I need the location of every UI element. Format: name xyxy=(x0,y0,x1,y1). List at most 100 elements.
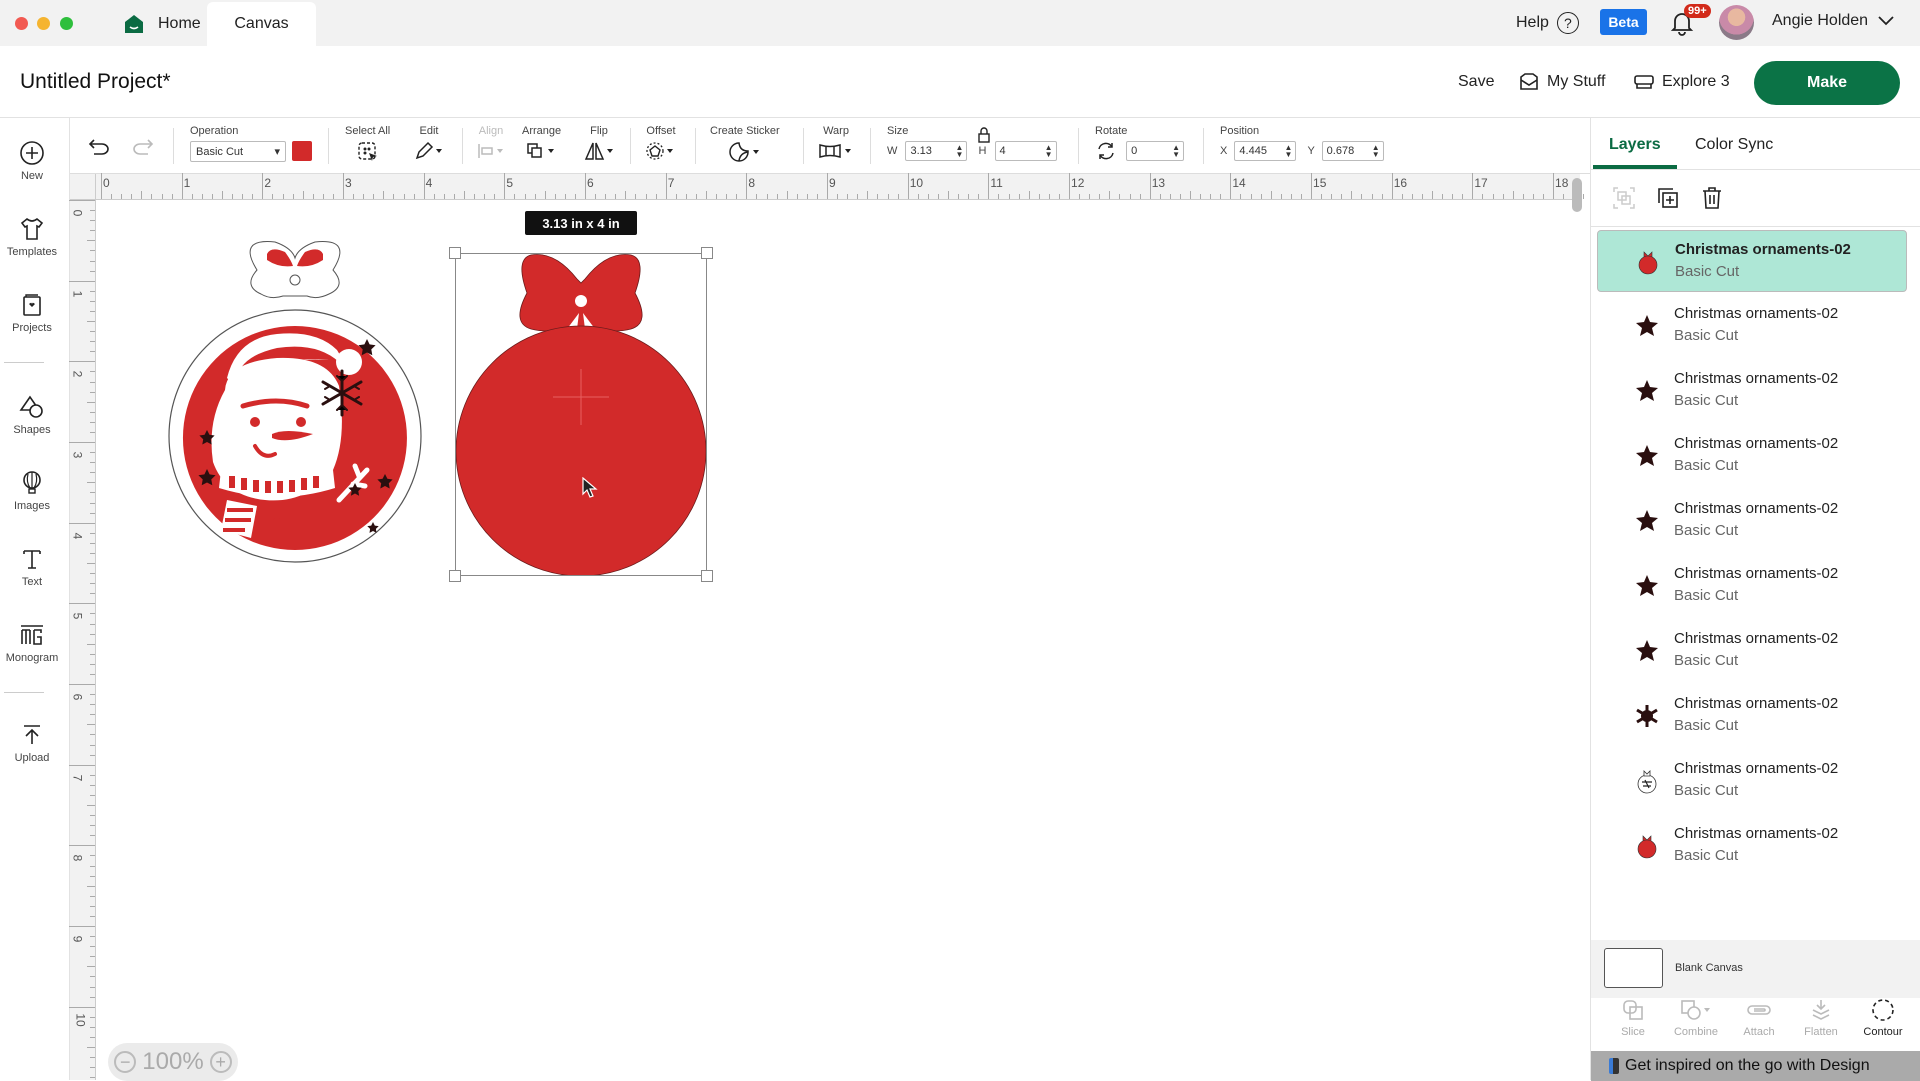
minimize-window-button[interactable] xyxy=(37,17,50,30)
x-stepper[interactable]: ▲ ▼ xyxy=(1284,144,1292,159)
offset-button[interactable]: Offset xyxy=(645,125,677,164)
rotate-stepper[interactable]: ▲ ▼ xyxy=(1172,144,1180,159)
close-window-button[interactable] xyxy=(15,17,28,30)
sidebar-item-monogram[interactable]: Monogram xyxy=(0,622,64,664)
sidebar-item-templates[interactable]: Templates xyxy=(0,216,64,258)
canvas-vertical-scrollbar[interactable] xyxy=(1572,178,1582,212)
layer-row[interactable]: Christmas ornaments-02 Basic Cut xyxy=(1597,815,1907,877)
align-button[interactable]: Align xyxy=(476,125,506,164)
ruler-tick xyxy=(90,704,95,706)
help-button[interactable]: Help ? xyxy=(1516,12,1579,34)
width-input[interactable]: 3.13 ▲ ▼ xyxy=(905,141,968,161)
resize-handle-top-left[interactable] xyxy=(449,247,461,259)
selection-bounding-box[interactable] xyxy=(449,247,713,582)
flip-button[interactable]: Flip xyxy=(583,125,615,164)
tab-color-sync[interactable]: Color Sync xyxy=(1695,136,1773,154)
layer-row[interactable]: Christmas ornaments-02 Basic Cut xyxy=(1597,750,1907,812)
width-stepper[interactable]: ▲ ▼ xyxy=(956,144,964,159)
maximize-window-button[interactable] xyxy=(60,17,73,30)
machine-label: Explore 3 xyxy=(1662,73,1730,90)
design-canvas[interactable]: 3.13 in x 4 in xyxy=(97,200,1580,1080)
lock-aspect-icon[interactable] xyxy=(976,127,992,143)
ruler-tick xyxy=(131,194,133,199)
layer-row[interactable]: Christmas ornaments-02 Basic Cut xyxy=(1597,490,1907,552)
resize-handle-bottom-right[interactable] xyxy=(701,570,713,582)
beta-badge[interactable]: Beta xyxy=(1600,9,1647,35)
ruler-tick xyxy=(90,593,95,595)
layer-row[interactable]: Christmas ornaments-02 Basic Cut xyxy=(1597,360,1907,422)
duplicate-icon[interactable] xyxy=(1656,186,1680,210)
layer-row[interactable]: Christmas ornaments-02 Basic Cut xyxy=(1597,555,1907,617)
redo-icon[interactable] xyxy=(132,138,154,156)
tab-home[interactable]: Home xyxy=(110,2,215,46)
rotate-icon[interactable] xyxy=(1095,141,1117,161)
avatar[interactable] xyxy=(1719,5,1754,40)
slice-button[interactable]: Slice xyxy=(1603,998,1663,1038)
tab-layers[interactable]: Layers xyxy=(1609,136,1661,154)
my-stuff-button[interactable]: My Stuff xyxy=(1519,73,1605,91)
attach-button[interactable]: Attach xyxy=(1729,998,1789,1038)
select-all-button[interactable]: Select All xyxy=(345,125,390,166)
warp-icon xyxy=(819,143,851,159)
warp-button[interactable]: Warp xyxy=(818,125,854,164)
zoom-out-button[interactable]: − xyxy=(114,1051,137,1073)
ruler-h-label: 18 xyxy=(1555,176,1569,190)
design-app-banner[interactable]: Get inspired on the go with Design xyxy=(1591,1051,1920,1081)
combine-button[interactable]: Combine xyxy=(1666,998,1726,1038)
resize-handle-bottom-left[interactable] xyxy=(449,570,461,582)
operation-value: Basic Cut xyxy=(196,145,244,158)
save-button[interactable]: Save xyxy=(1458,73,1494,91)
create-sticker-button[interactable]: Create Sticker xyxy=(710,125,780,166)
y-position-input[interactable]: 0.678 ▲ ▼ xyxy=(1321,141,1384,161)
layer-row[interactable]: Christmas ornaments-02 Basic Cut xyxy=(1597,620,1907,682)
sidebar-item-shapes[interactable]: Shapes xyxy=(0,394,64,436)
ruler-tick xyxy=(1139,194,1141,199)
edit-button[interactable]: Edit xyxy=(414,125,444,164)
delete-trash-icon[interactable] xyxy=(1700,186,1724,210)
group-icon[interactable] xyxy=(1612,186,1636,210)
project-title[interactable]: Untitled Project* xyxy=(20,70,171,94)
flatten-button[interactable]: Flatten xyxy=(1791,998,1851,1038)
notifications-button[interactable]: 99+ xyxy=(1670,4,1711,36)
user-menu[interactable]: Angie Holden xyxy=(1772,12,1894,30)
ruler-tick xyxy=(151,194,153,199)
ruler-tick xyxy=(87,885,95,887)
layer-row[interactable]: Christmas ornaments-02 Basic Cut xyxy=(1597,230,1907,292)
layer-operation: Basic Cut xyxy=(1674,782,1739,799)
x-position-input[interactable]: 4.445 ▲ ▼ xyxy=(1234,141,1297,161)
operation-color-swatch[interactable] xyxy=(292,141,312,161)
layer-row[interactable]: Christmas ornaments-02 Basic Cut xyxy=(1597,425,1907,487)
layer-row[interactable]: Christmas ornaments-02 Basic Cut xyxy=(1597,685,1907,747)
layer-name: Christmas ornaments-02 xyxy=(1674,370,1839,387)
machine-selector[interactable]: Explore 3 xyxy=(1634,73,1730,91)
sidebar-item-text[interactable]: Text xyxy=(0,546,64,588)
blank-canvas-swatch[interactable] xyxy=(1604,948,1663,988)
ruler-tick xyxy=(443,194,445,199)
tab-canvas[interactable]: Canvas xyxy=(207,2,316,46)
sidebar-item-projects[interactable]: Projects xyxy=(0,292,64,334)
sidebar-item-label: New xyxy=(20,170,43,182)
sidebar-item-images[interactable]: Images xyxy=(0,470,64,512)
ruler-tick xyxy=(90,694,95,696)
height-input[interactable]: 4 ▲ ▼ xyxy=(994,141,1057,161)
operation-select[interactable]: Basic Cut ▾ xyxy=(190,141,286,162)
zoom-in-button[interactable]: + xyxy=(209,1051,232,1073)
make-button[interactable]: Make xyxy=(1754,61,1900,105)
rotate-label: Rotate xyxy=(1095,125,1128,137)
rotate-input[interactable]: 0 ▲ ▼ xyxy=(1126,141,1185,161)
resize-handle-top-right[interactable] xyxy=(701,247,713,259)
select-all-icon xyxy=(357,142,377,161)
sidebar-item-new[interactable]: New xyxy=(0,140,64,182)
snowman-ornament[interactable] xyxy=(167,238,427,568)
layer-row[interactable]: Christmas ornaments-02 Basic Cut xyxy=(1597,295,1907,357)
arrange-button[interactable]: Arrange xyxy=(522,125,561,164)
y-stepper[interactable]: ▲ ▼ xyxy=(1372,144,1380,159)
ruler-tick xyxy=(90,1036,95,1038)
undo-icon[interactable] xyxy=(88,138,110,156)
height-stepper[interactable]: ▲ ▼ xyxy=(1045,144,1053,159)
blank-canvas-row[interactable]: Blank Canvas xyxy=(1591,940,1920,998)
sidebar-item-upload[interactable]: Upload xyxy=(0,722,64,764)
layer-thumbnail-star-icon xyxy=(1633,377,1661,405)
rotate-value: 0 xyxy=(1131,145,1138,157)
contour-button[interactable]: Contour xyxy=(1853,998,1913,1038)
